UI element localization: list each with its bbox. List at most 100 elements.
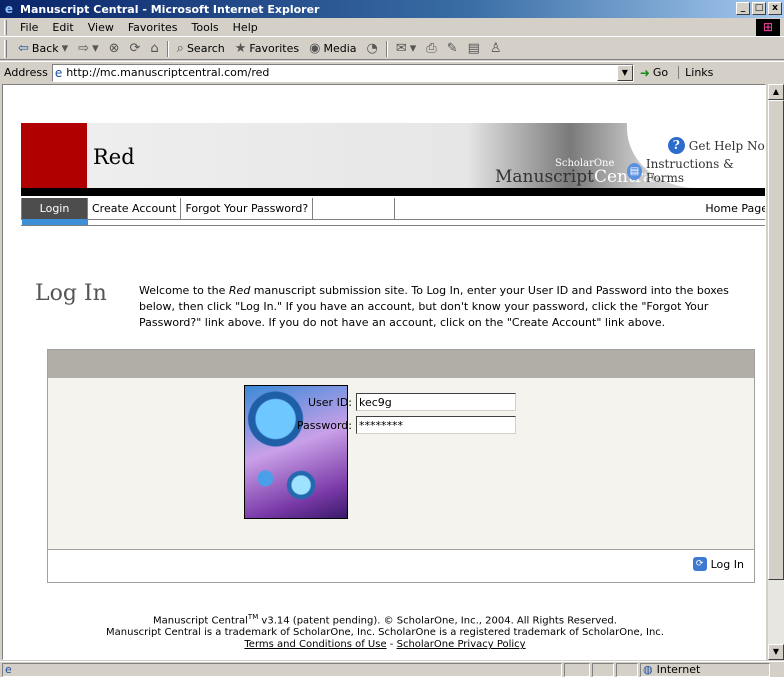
messenger-icon: ♙ bbox=[489, 41, 502, 56]
close-button[interactable]: x bbox=[768, 2, 782, 15]
footer-links: Terms and Conditions of Use - ScholarOne… bbox=[3, 639, 765, 651]
page-title: Log In bbox=[35, 281, 107, 306]
mail-icon: ✉ bbox=[395, 41, 407, 56]
edit-icon: ✎ bbox=[446, 41, 458, 56]
discuss-button[interactable]: ▤ bbox=[463, 41, 485, 56]
discuss-icon: ▤ bbox=[467, 41, 480, 56]
window-title: Manuscript Central - Microsoft Internet … bbox=[20, 2, 320, 16]
search-button[interactable]: ⌕ Search bbox=[172, 41, 230, 56]
copyright-pre: Manuscript Central bbox=[153, 615, 248, 627]
welcome-pre: Welcome to the bbox=[139, 284, 229, 297]
login-panel: User ID: kec9g Password: ******** ⟳ Log … bbox=[47, 349, 755, 583]
menu-view[interactable]: View bbox=[81, 21, 121, 34]
nav-underline bbox=[21, 220, 765, 226]
log-in-button[interactable]: ⟳ Log In bbox=[692, 557, 744, 571]
toolbar-grip bbox=[4, 19, 7, 35]
scroll-up-button[interactable]: ▲ bbox=[768, 84, 784, 100]
globe-icon: ◍ bbox=[643, 663, 653, 676]
toolbar-separator bbox=[385, 40, 388, 57]
login-panel-footer: ⟳ Log In bbox=[48, 550, 754, 582]
chevron-down-icon: ▾ bbox=[61, 41, 69, 56]
menu-edit[interactable]: Edit bbox=[45, 21, 80, 34]
page-icon: e bbox=[54, 65, 63, 80]
scroll-thumb[interactable] bbox=[768, 100, 784, 580]
windows-logo-icon: ⊞ bbox=[756, 19, 780, 36]
menu-tools[interactable]: Tools bbox=[185, 21, 226, 34]
tab-home-page[interactable]: Home Page bbox=[394, 198, 765, 219]
go-button[interactable]: ➜ Go bbox=[640, 66, 668, 80]
status-cell bbox=[564, 662, 590, 677]
log-in-label: Log In bbox=[710, 557, 744, 571]
refresh-button[interactable]: ⟳ bbox=[125, 41, 146, 56]
search-label: Search bbox=[186, 42, 225, 55]
go-label: Go bbox=[652, 66, 669, 79]
media-icon: ◉ bbox=[309, 41, 321, 56]
instructions-link[interactable]: ▤ Instructions & Forms bbox=[627, 157, 765, 185]
forward-button[interactable]: ⇨ ▾ bbox=[73, 41, 103, 56]
ie-logo-icon: e bbox=[4, 2, 14, 16]
home-icon: ⌂ bbox=[150, 41, 159, 56]
address-dropdown-button[interactable]: ▼ bbox=[616, 64, 633, 81]
status-cell bbox=[616, 662, 638, 677]
copyright-post: v3.14 (patent pending). © ScholarOne, In… bbox=[258, 615, 617, 627]
terms-link[interactable]: Terms and Conditions of Use bbox=[244, 639, 386, 650]
address-input[interactable]: e http://mc.manuscriptcentral.com/red ▼ bbox=[51, 63, 634, 82]
scroll-down-button[interactable]: ▼ bbox=[768, 644, 784, 660]
address-url: http://mc.manuscriptcentral.com/red bbox=[66, 66, 270, 79]
welcome-text: Welcome to the Red manuscript submission… bbox=[139, 283, 759, 331]
address-label: Address bbox=[4, 66, 48, 79]
links-button[interactable]: Links bbox=[678, 66, 713, 79]
nav-bar: Login Create Account Forgot Your Passwor… bbox=[21, 198, 765, 225]
help-area: ? Get Help Now ▤ Instructions & Forms bbox=[627, 123, 765, 188]
menu-help[interactable]: Help bbox=[226, 21, 265, 34]
toolbar-separator bbox=[166, 40, 169, 57]
stop-icon: ⊗ bbox=[108, 41, 120, 56]
chevron-down-icon: ▾ bbox=[409, 41, 417, 56]
instructions-label: Instructions & Forms bbox=[645, 157, 734, 185]
media-button[interactable]: ◉ Media bbox=[304, 41, 361, 56]
user-id-input[interactable]: kec9g bbox=[356, 393, 516, 411]
tab-login[interactable]: Login bbox=[22, 198, 88, 225]
red-brand-block bbox=[21, 123, 87, 188]
trademark-line: Manuscript Central is a trademark of Sch… bbox=[106, 627, 664, 639]
password-label: Password: bbox=[296, 418, 352, 432]
footer-link-separator: - bbox=[386, 639, 397, 651]
menu-file[interactable]: File bbox=[13, 21, 45, 34]
mail-button[interactable]: ✉ ▾ bbox=[391, 41, 421, 56]
privacy-link[interactable]: ScholarOne Privacy Policy bbox=[397, 639, 526, 650]
maximize-button[interactable]: □ bbox=[752, 2, 766, 15]
edit-button[interactable]: ✎ bbox=[442, 41, 463, 56]
chevron-down-icon: ▾ bbox=[92, 41, 99, 56]
copyright-line: Manuscript CentralTM v3.14 (patent pendi… bbox=[3, 611, 765, 627]
favorites-button[interactable]: ★ Favorites bbox=[230, 41, 304, 56]
trademark-symbol: TM bbox=[247, 613, 259, 621]
logo-word-manuscript: Manuscript bbox=[495, 167, 594, 187]
home-button[interactable]: ⌂ bbox=[145, 41, 163, 56]
back-button[interactable]: ⇦ Back ▾ bbox=[13, 41, 73, 56]
address-bar: Address e http://mc.manuscriptcentral.co… bbox=[0, 61, 784, 83]
window-title-bar[interactable]: e Manuscript Central - Microsoft Interne… bbox=[0, 0, 784, 18]
minimize-button[interactable]: _ bbox=[736, 2, 750, 15]
tab-forgot-password[interactable]: Forgot Your Password? bbox=[181, 198, 314, 219]
site-banner: Red ScholarOne ManuscriptCentral ? Get H… bbox=[21, 123, 765, 196]
favorites-label: Favorites bbox=[249, 42, 300, 55]
menu-bar: File Edit View Favorites Tools Help ⊞ bbox=[0, 18, 784, 37]
standard-toolbar: ⇦ Back ▾ ⇨ ▾ ⊗ ⟳ ⌂ ⌕ Search ★ Favorites … bbox=[0, 38, 784, 60]
messenger-button[interactable]: ♙ bbox=[485, 41, 507, 56]
print-button[interactable]: ⎙ bbox=[421, 41, 441, 56]
history-icon: ◔ bbox=[366, 41, 378, 56]
get-help-link[interactable]: ? Get Help Now bbox=[667, 137, 765, 154]
page-status-icon: e bbox=[5, 663, 12, 676]
stop-button[interactable]: ⊗ bbox=[104, 41, 125, 56]
search-icon: ⌕ bbox=[176, 41, 184, 56]
password-input[interactable]: ******** bbox=[356, 416, 516, 434]
vertical-scrollbar[interactable]: ▲ ▼ bbox=[768, 84, 784, 660]
login-panel-body: User ID: kec9g Password: ******** bbox=[48, 378, 754, 550]
banner-black-bar bbox=[21, 188, 765, 196]
print-icon: ⎙ bbox=[426, 41, 437, 56]
menu-favorites[interactable]: Favorites bbox=[121, 21, 185, 34]
tab-create-account[interactable]: Create Account bbox=[88, 198, 182, 219]
media-label: Media bbox=[323, 42, 357, 55]
status-text-cell: e bbox=[2, 662, 562, 677]
history-button[interactable]: ◔ bbox=[362, 41, 383, 56]
